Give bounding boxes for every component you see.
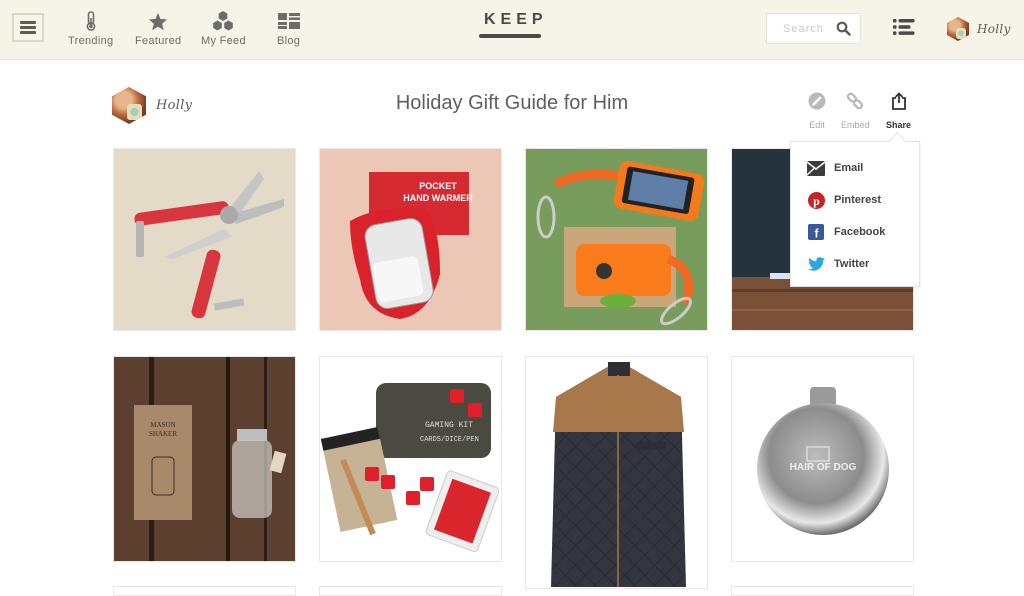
product-card-mason-shaker[interactable]: MASON SHAKER (113, 356, 296, 562)
nav-my-feed[interactable]: My Feed (201, 10, 246, 47)
product-image (526, 357, 707, 588)
user-menu[interactable]: Holly (947, 17, 1011, 41)
share-menu: Email p Pinterest f Facebook Twitter (790, 141, 920, 287)
guide-owner[interactable]: Holly (112, 87, 192, 124)
share-email-label: Email (834, 162, 864, 174)
product-card-flask[interactable]: HAIR OF DOG (731, 356, 914, 562)
product-image: GAMING KIT CARDS/DICE/PEN (320, 357, 501, 561)
facebook-icon: f (807, 223, 825, 241)
share-icon (891, 92, 907, 115)
thermometer-icon (85, 10, 97, 32)
share-facebook-label: Facebook (834, 226, 886, 238)
edit-button[interactable]: Edit (808, 92, 826, 130)
logo-wordmark: KEEP (484, 11, 548, 28)
product-card-multitool[interactable] (113, 148, 296, 331)
product-card-quilted-vest[interactable] (525, 356, 708, 589)
keep-logo[interactable]: KEEP (479, 11, 548, 38)
product-image (526, 149, 707, 330)
pinterest-icon: p (807, 191, 825, 209)
share-label: Share (886, 120, 912, 130)
product-card-gaming-kit[interactable]: GAMING KIT CARDS/DICE/PEN (319, 356, 502, 562)
product-image: MASON SHAKER (114, 357, 295, 561)
star-icon (148, 10, 168, 32)
embed-label: Embed (841, 120, 870, 130)
email-icon (807, 159, 825, 177)
edit-label: Edit (809, 120, 825, 130)
share-pinterest[interactable]: p Pinterest (807, 191, 881, 209)
product-card-partial[interactable] (113, 586, 296, 596)
hamburger-line (20, 31, 36, 34)
svg-text:p: p (813, 194, 820, 208)
svg-text:HAND WARMER: HAND WARMER (403, 193, 473, 203)
share-facebook[interactable]: f Facebook (807, 223, 885, 241)
nav-blog[interactable]: Blog (277, 10, 300, 47)
product-card-partial[interactable] (731, 586, 914, 596)
product-card-phone-case[interactable] (525, 148, 708, 331)
avatar (947, 17, 969, 41)
share-twitter[interactable]: Twitter (807, 255, 869, 273)
product-image (114, 149, 295, 330)
nav-trending[interactable]: Trending (68, 10, 113, 47)
hamburger-line (20, 26, 36, 29)
nav-trending-label: Trending (68, 35, 114, 47)
svg-text:CARDS/DICE/PEN: CARDS/DICE/PEN (420, 436, 479, 444)
twitter-icon (807, 255, 825, 273)
embed-button[interactable]: Embed (841, 92, 870, 130)
nav-featured[interactable]: Featured (135, 10, 181, 47)
share-pinterest-label: Pinterest (834, 194, 882, 206)
share-twitter-label: Twitter (834, 258, 870, 270)
nav-blog-label: Blog (277, 35, 301, 47)
svg-text:GAMING KIT: GAMING KIT (425, 421, 473, 430)
svg-text:POCKET: POCKET (419, 181, 457, 191)
pencil-icon (808, 92, 826, 115)
product-image: POCKET HAND WARMER (320, 149, 501, 330)
product-card-hand-warmer[interactable]: POCKET HAND WARMER (319, 148, 502, 331)
product-card-partial[interactable] (319, 586, 502, 596)
user-name: Holly (977, 22, 1011, 36)
hexagon-cluster-icon (212, 10, 234, 32)
logo-underline (479, 34, 541, 38)
search-icon[interactable] (836, 21, 851, 41)
owner-avatar (112, 87, 146, 124)
blog-grid-icon (277, 10, 300, 32)
hamburger-icon (20, 21, 36, 24)
search-box[interactable] (766, 13, 861, 44)
list-icon[interactable] (893, 19, 915, 40)
nav-featured-label: Featured (135, 35, 182, 47)
search-input[interactable] (783, 22, 831, 35)
svg-text:MASON: MASON (150, 421, 175, 429)
svg-text:SHAKER: SHAKER (149, 430, 177, 438)
owner-name: Holly (156, 98, 193, 113)
link-icon (846, 92, 864, 115)
product-image: HAIR OF DOG (732, 357, 913, 561)
svg-text:HAIR OF DOG: HAIR OF DOG (790, 462, 857, 473)
share-button[interactable]: Share (886, 92, 911, 130)
nav-my-feed-label: My Feed (201, 35, 246, 47)
menu-button[interactable] (12, 13, 44, 42)
top-nav-bar: Trending Featured My Feed Blog KEEP Holl… (0, 0, 1024, 60)
share-email[interactable]: Email (807, 159, 863, 177)
